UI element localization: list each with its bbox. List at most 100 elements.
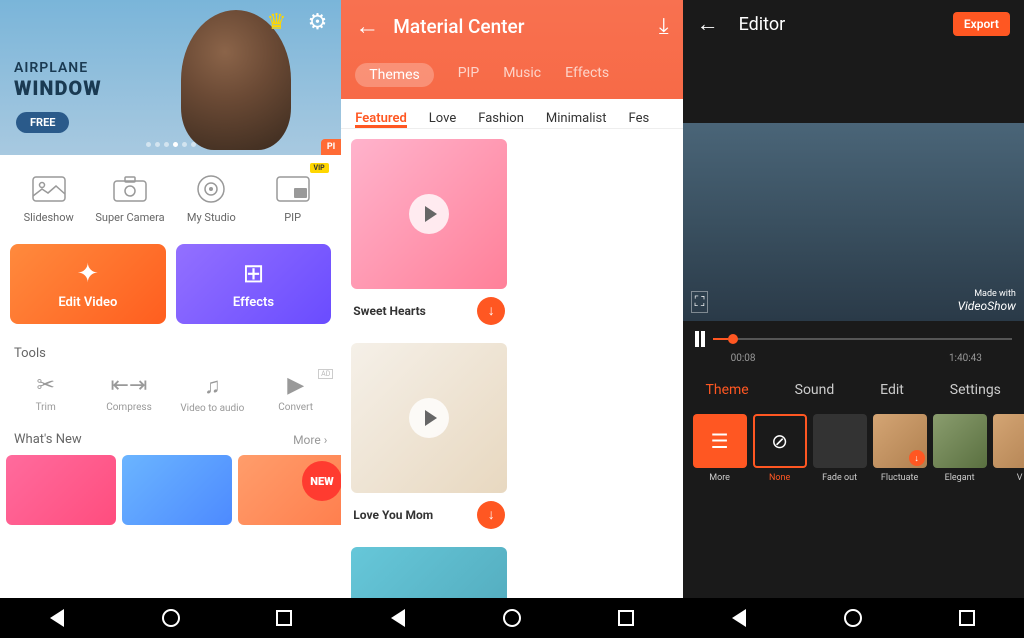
mc-header: ← Material Center ⤓ Themes PIP Music Eff… — [341, 0, 682, 99]
subtab-love[interactable]: Love — [429, 111, 456, 128]
download-button[interactable]: ↓ — [477, 501, 505, 529]
scissors-icon: ✂ — [36, 373, 54, 398]
tool-convert[interactable]: AD ▶ Convert — [254, 373, 337, 414]
settings-icon[interactable]: ⚙ — [308, 10, 328, 35]
android-navbar — [0, 598, 341, 638]
subtab-fashion[interactable]: Fashion — [478, 111, 524, 128]
nav-back[interactable] — [728, 607, 750, 629]
time-labels: 00:08 1:40:43 — [683, 351, 1024, 372]
tab-effects[interactable]: Effects — [565, 65, 609, 85]
tools-title: Tools — [0, 338, 341, 365]
theme-thumb — [933, 414, 987, 468]
nav-back[interactable] — [46, 607, 68, 629]
tab-music[interactable]: Music — [503, 65, 541, 85]
pip-icon: VIP — [275, 173, 311, 205]
mc-main-tabs: Themes PIP Music Effects — [355, 63, 668, 87]
convert-icon: ▶ — [287, 373, 304, 398]
feature-studio[interactable]: My Studio — [171, 173, 252, 224]
play-icon[interactable] — [409, 398, 449, 438]
tool-video-audio[interactable]: ♫ Video to audio — [171, 373, 254, 414]
crown-icon[interactable]: ♛ — [267, 10, 287, 35]
none-icon: ⊘ — [753, 414, 807, 468]
compress-icon: ⇤⇥ — [111, 373, 148, 398]
theme-thumb — [351, 139, 507, 289]
nav-home[interactable] — [842, 607, 864, 629]
magic-wand-icon: ✦ — [77, 259, 99, 289]
whats-new-title: What's New — [14, 432, 82, 447]
tool-label: Trim — [36, 402, 56, 413]
tab-settings[interactable]: Settings — [950, 382, 1001, 398]
android-navbar — [341, 598, 682, 638]
feature-slideshow[interactable]: Slideshow — [8, 173, 89, 224]
theme-carousel[interactable]: ☰ More ⊘ None Fade out ↓ Fluctuate Elega… — [683, 410, 1024, 487]
material-center-screen: ← Material Center ⤓ Themes PIP Music Eff… — [341, 0, 682, 638]
subtab-festival[interactable]: Fes — [629, 111, 650, 128]
banner-pagination[interactable] — [146, 142, 196, 147]
back-icon[interactable]: ← — [697, 11, 719, 37]
nav-back[interactable] — [387, 607, 409, 629]
theme-none[interactable]: ⊘ None — [753, 414, 807, 483]
edit-video-button[interactable]: ✦ Edit Video — [10, 244, 166, 324]
nav-recent[interactable] — [956, 607, 978, 629]
theme-fluctuate[interactable]: ↓ Fluctuate — [873, 414, 927, 483]
feature-label: My Studio — [187, 211, 236, 224]
export-button[interactable]: Export — [953, 12, 1010, 36]
effects-button[interactable]: ⊞ Effects — [176, 244, 332, 324]
feature-grid: Slideshow Super Camera My Studio VIP PIP — [0, 155, 341, 230]
banner-line2: WINDOW — [14, 76, 102, 100]
timeline-handle[interactable] — [728, 334, 738, 344]
theme-card[interactable]: Love You Mom ↓ — [351, 343, 507, 537]
mc-grid: Sweet Hearts ↓ Love You Mom ↓ Birthday W… — [341, 129, 682, 638]
tool-compress[interactable]: ⇤⇥ Compress — [87, 373, 170, 414]
new-badge: NEW — [302, 461, 342, 501]
tab-pip[interactable]: PIP — [458, 65, 479, 85]
video-preview[interactable]: ⛶ Made with VideoShow — [683, 123, 1024, 321]
whats-new-item[interactable]: NEW — [238, 455, 348, 525]
download-icon: ↓ — [909, 450, 925, 466]
nav-recent[interactable] — [615, 607, 637, 629]
effects-icon: ⊞ — [243, 259, 265, 289]
theme-more[interactable]: ☰ More — [693, 414, 747, 483]
timeline-slider[interactable] — [713, 338, 1012, 340]
feature-camera[interactable]: Super Camera — [89, 173, 170, 224]
theme-label: More — [709, 473, 730, 483]
free-badge: FREE — [16, 112, 69, 133]
theme-card[interactable]: Sweet Hearts ↓ — [351, 139, 507, 333]
theme-partial[interactable]: V — [993, 414, 1024, 483]
theme-label: Elegant — [945, 473, 975, 483]
nav-recent[interactable] — [273, 607, 295, 629]
tab-themes[interactable]: Themes — [355, 63, 433, 87]
download-button[interactable]: ↓ — [477, 297, 505, 325]
subtab-minimalist[interactable]: Minimalist — [546, 111, 607, 128]
home-screen: AIRPLANE WINDOW FREE ♛ ⚙ PI Slideshow Su… — [0, 0, 341, 638]
theme-fadeout[interactable]: Fade out — [813, 414, 867, 483]
tab-theme[interactable]: Theme — [706, 382, 749, 398]
tool-trim[interactable]: ✂ Trim — [4, 373, 87, 414]
feature-label: Super Camera — [95, 211, 164, 224]
whats-new-item[interactable] — [6, 455, 116, 525]
feature-pip[interactable]: VIP PIP — [252, 173, 333, 224]
nav-home[interactable] — [501, 607, 523, 629]
tab-sound[interactable]: Sound — [795, 382, 835, 398]
more-link[interactable]: More › — [293, 433, 327, 447]
fullscreen-icon[interactable]: ⛶ — [691, 291, 709, 313]
tab-edit[interactable]: Edit — [880, 382, 904, 398]
whats-new-grid: NEW — [0, 455, 341, 525]
camera-icon — [112, 173, 148, 205]
play-icon[interactable] — [409, 194, 449, 234]
subtab-featured[interactable]: Featured — [355, 111, 407, 128]
whats-new-item[interactable] — [122, 455, 232, 525]
slideshow-icon — [31, 173, 67, 205]
promo-banner[interactable]: AIRPLANE WINDOW FREE ♛ ⚙ PI — [0, 0, 341, 155]
theme-elegant[interactable]: Elegant — [933, 414, 987, 483]
pause-button[interactable] — [695, 331, 705, 347]
editor-screen: ← Editor Export ⛶ Made with VideoShow 00… — [683, 0, 1024, 638]
tool-label: Video to audio — [180, 403, 244, 414]
theme-thumb — [813, 414, 867, 468]
action-label: Effects — [233, 295, 274, 310]
nav-home[interactable] — [160, 607, 182, 629]
download-icon[interactable]: ⤓ — [659, 14, 669, 39]
editor-title: Editor — [739, 14, 933, 35]
back-icon[interactable]: ← — [355, 12, 379, 41]
store-icon: ☰ — [693, 414, 747, 468]
